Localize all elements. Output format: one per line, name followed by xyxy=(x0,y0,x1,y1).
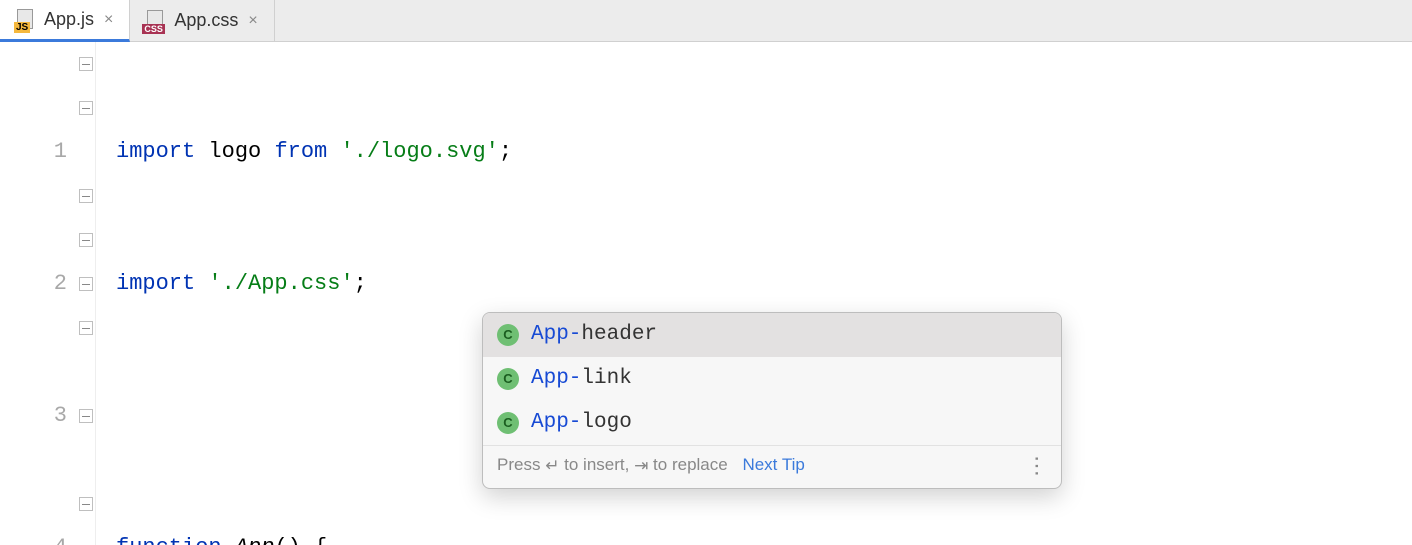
close-icon[interactable]: × xyxy=(246,13,259,29)
css-file-icon xyxy=(144,10,166,32)
autocomplete-item[interactable]: C App-logo xyxy=(483,401,1061,445)
autocomplete-item[interactable]: C App-link xyxy=(483,357,1061,401)
tab-label: App.css xyxy=(174,10,238,31)
fold-handle-icon[interactable] xyxy=(79,321,93,335)
tab-key-icon: ⇥ xyxy=(634,451,648,481)
tab-app-css[interactable]: App.css × xyxy=(130,0,274,41)
fold-handle-icon[interactable] xyxy=(79,101,93,115)
line-number: 3 xyxy=(0,394,67,438)
code-line: import logo from './logo.svg'; xyxy=(116,130,1412,174)
autocomplete-item[interactable]: C App-header xyxy=(483,313,1061,357)
css-class-icon: C xyxy=(497,412,519,434)
more-options-icon[interactable]: ⋯ xyxy=(1022,455,1052,475)
line-number: 4 xyxy=(0,526,67,545)
fold-handle-icon[interactable] xyxy=(79,497,93,511)
autocomplete-hint: Press ↵ to insert, ⇥ to replace Next Tip xyxy=(497,450,805,480)
gutter: 1 2 3 4 5 6 7 8 9 10 11 xyxy=(0,42,96,545)
fold-handle-icon[interactable] xyxy=(79,189,93,203)
autocomplete-item-label: App-logo xyxy=(531,403,632,443)
line-number: 2 xyxy=(0,262,67,306)
fold-handle-icon[interactable] xyxy=(79,57,93,71)
js-file-icon xyxy=(14,9,36,31)
autocomplete-item-label: App-header xyxy=(531,315,657,355)
fold-handle-icon[interactable] xyxy=(79,277,93,291)
tab-label: App.js xyxy=(44,9,94,30)
line-number: 1 xyxy=(0,130,67,174)
autocomplete-popup: C App-header C App-link C App-logo Press… xyxy=(482,312,1062,489)
css-class-icon: C xyxy=(497,324,519,346)
css-class-icon: C xyxy=(497,368,519,390)
fold-handle-icon[interactable] xyxy=(79,233,93,247)
autocomplete-item-label: App-link xyxy=(531,359,632,399)
enter-key-icon: ↵ xyxy=(545,451,559,481)
fold-handle-icon[interactable] xyxy=(79,409,93,423)
fold-column xyxy=(77,42,95,545)
code-line: import './App.css'; xyxy=(116,262,1412,306)
tab-bar: App.js × App.css × xyxy=(0,0,1412,42)
code-line: function App() { xyxy=(116,526,1412,545)
next-tip-link[interactable]: Next Tip xyxy=(742,455,804,474)
close-icon[interactable]: × xyxy=(102,12,115,28)
tab-app-js[interactable]: App.js × xyxy=(0,0,130,42)
autocomplete-footer: Press ↵ to insert, ⇥ to replace Next Tip… xyxy=(483,445,1061,488)
